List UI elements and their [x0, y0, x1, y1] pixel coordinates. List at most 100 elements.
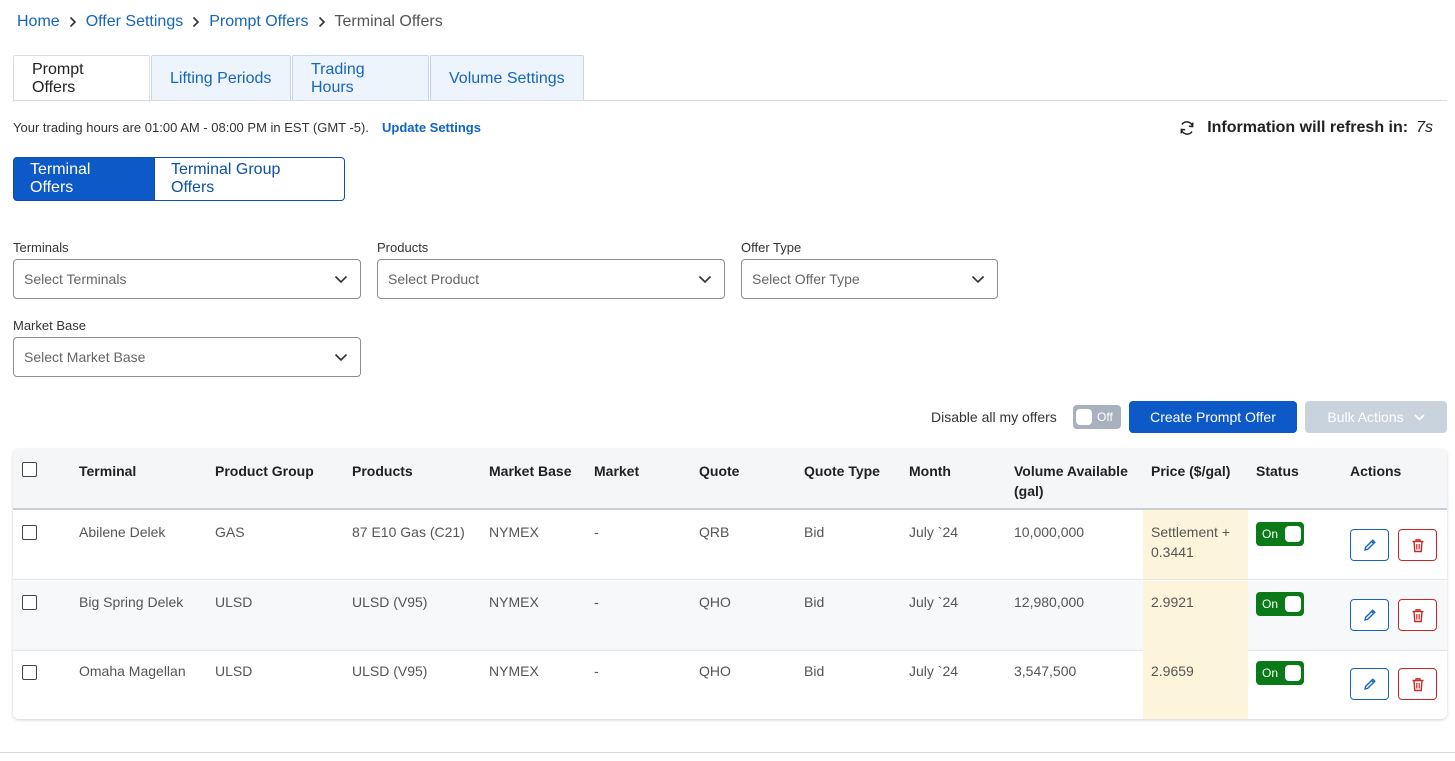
tab-lifting-periods[interactable]: Lifting Periods	[151, 55, 291, 101]
header-market-base[interactable]: Market Base	[489, 461, 572, 481]
header-products[interactable]: Products	[352, 461, 413, 481]
terminals-select[interactable]: Select Terminals	[13, 259, 361, 299]
tab-prompt-offers[interactable]: Prompt Offers	[13, 55, 150, 102]
cell-quote: QHO	[699, 663, 731, 679]
cell-terminal: Abilene Delek	[79, 524, 166, 540]
cell-products: ULSD (V95)	[352, 663, 428, 679]
breadcrumb-current: Terminal Offers	[334, 13, 443, 30]
status-toggle[interactable]: On	[1256, 592, 1304, 616]
disable-offers-label: Disable all my offers	[931, 409, 1057, 425]
cell-price-line2: 0.3441	[1151, 544, 1194, 560]
cell-quote-type: Bid	[804, 524, 825, 540]
cell-month: July `24	[909, 663, 959, 679]
cell-product-group: GAS	[215, 524, 245, 540]
cell-products: ULSD (V95)	[352, 594, 428, 610]
row-checkbox[interactable]	[22, 525, 37, 540]
breadcrumb-offer-settings[interactable]: Offer Settings	[86, 13, 184, 31]
toggle-text: Off	[1097, 410, 1113, 424]
breadcrumb-home[interactable]: Home	[17, 13, 60, 31]
create-prompt-offer-button[interactable]: Create Prompt Offer	[1129, 401, 1297, 433]
header-month[interactable]: Month	[909, 461, 951, 481]
status-text: On	[1262, 666, 1279, 680]
trash-icon	[1411, 608, 1425, 623]
breadcrumb-prompt-offers[interactable]: Prompt Offers	[209, 13, 308, 31]
row-checkbox[interactable]	[22, 665, 37, 680]
chevron-down-icon	[1414, 413, 1425, 421]
products-select[interactable]: Select Product	[377, 259, 725, 299]
offer-type-segment: Terminal Offers Terminal Group Offers	[13, 157, 345, 201]
edit-button[interactable]	[1350, 668, 1389, 700]
header-quote[interactable]: Quote	[699, 461, 739, 481]
delete-button[interactable]	[1398, 529, 1437, 561]
status-text: On	[1262, 527, 1279, 541]
cell-product-group: ULSD	[215, 663, 253, 679]
refresh-icon[interactable]	[1179, 120, 1195, 136]
header-price[interactable]: Price ($/gal)	[1151, 461, 1230, 481]
cell-price-line1: Settlement +	[1151, 524, 1230, 540]
terminals-label: Terminals	[13, 240, 69, 255]
cell-quote: QRB	[699, 524, 730, 540]
table-row: Omaha Magellan ULSD ULSD (V95) NYMEX - Q…	[13, 650, 1447, 719]
bulk-actions-label: Bulk Actions	[1327, 409, 1404, 425]
cell-quote-type: Bid	[804, 663, 825, 679]
terminal-group-offers-button[interactable]: Terminal Group Offers	[155, 157, 345, 201]
cell-market-base: NYMEX	[489, 524, 539, 540]
cell-month: July `24	[909, 594, 959, 610]
cell-volume: 12,980,000	[1014, 594, 1085, 610]
header-terminal[interactable]: Terminal	[79, 461, 136, 481]
cell-volume: 10,000,000	[1014, 524, 1085, 540]
cell-price: 2.9659	[1151, 663, 1194, 679]
row-checkbox[interactable]	[22, 595, 37, 610]
chevron-right-icon	[318, 16, 326, 28]
chevron-right-icon	[69, 16, 77, 28]
delete-button[interactable]	[1398, 599, 1437, 631]
cell-quote: QHO	[699, 594, 731, 610]
pencil-icon	[1363, 538, 1377, 552]
chevron-down-icon	[971, 275, 985, 284]
products-label: Products	[377, 240, 429, 255]
offer-type-placeholder: Select Offer Type	[752, 271, 860, 287]
header-product-group[interactable]: Product Group	[215, 461, 314, 481]
status-toggle[interactable]: On	[1256, 522, 1304, 546]
cell-terminal: Big Spring Delek	[79, 594, 184, 610]
tab-trading-hours[interactable]: Trading Hours	[292, 55, 429, 101]
chevron-down-icon	[334, 275, 348, 284]
disable-offers-toggle[interactable]: Off	[1073, 405, 1121, 429]
market-base-placeholder: Select Market Base	[24, 349, 146, 365]
cell-market: -	[594, 594, 599, 610]
header-volume-line2: (gal)	[1014, 483, 1044, 499]
offer-type-select[interactable]: Select Offer Type	[741, 259, 998, 299]
select-all-checkbox[interactable]	[22, 462, 37, 477]
toggle-knob	[1285, 526, 1301, 542]
edit-button[interactable]	[1350, 599, 1389, 631]
status-toggle[interactable]: On	[1256, 661, 1304, 685]
chevron-down-icon	[334, 353, 348, 362]
refresh-seconds: 7s	[1416, 119, 1433, 136]
toggle-knob	[1285, 665, 1301, 681]
header-market[interactable]: Market	[594, 461, 639, 481]
header-status[interactable]: Status	[1256, 461, 1299, 481]
edit-button[interactable]	[1350, 529, 1389, 561]
products-placeholder: Select Product	[388, 271, 480, 287]
delete-button[interactable]	[1398, 668, 1437, 700]
offers-table: Terminal Product Group Products Market B…	[13, 449, 1447, 719]
cell-month: July `24	[909, 524, 959, 540]
refresh-label: Information will refresh in:	[1207, 119, 1409, 136]
terminal-offers-button[interactable]: Terminal Offers	[13, 157, 155, 201]
bulk-actions-button[interactable]: Bulk Actions	[1305, 401, 1447, 433]
chevron-down-icon	[698, 275, 712, 284]
toggle-knob	[1076, 409, 1092, 425]
header-volume[interactable]: Volume Available (gal)	[1014, 461, 1128, 501]
table-row: Big Spring Delek ULSD ULSD (V95) NYMEX -…	[13, 581, 1447, 651]
tab-volume-settings[interactable]: Volume Settings	[430, 55, 584, 101]
trash-icon	[1411, 677, 1425, 692]
update-settings-link[interactable]: Update Settings	[382, 120, 481, 135]
cell-price: Settlement + 0.3441	[1151, 522, 1230, 562]
header-quote-type[interactable]: Quote Type	[804, 461, 880, 481]
cell-market-base: NYMEX	[489, 594, 539, 610]
breadcrumb: Home Offer Settings Prompt Offers Termin…	[17, 12, 443, 32]
market-base-select[interactable]: Select Market Base	[13, 337, 361, 377]
market-base-label: Market Base	[13, 318, 86, 333]
header-volume-line1: Volume Available	[1014, 463, 1128, 479]
cell-market: -	[594, 663, 599, 679]
